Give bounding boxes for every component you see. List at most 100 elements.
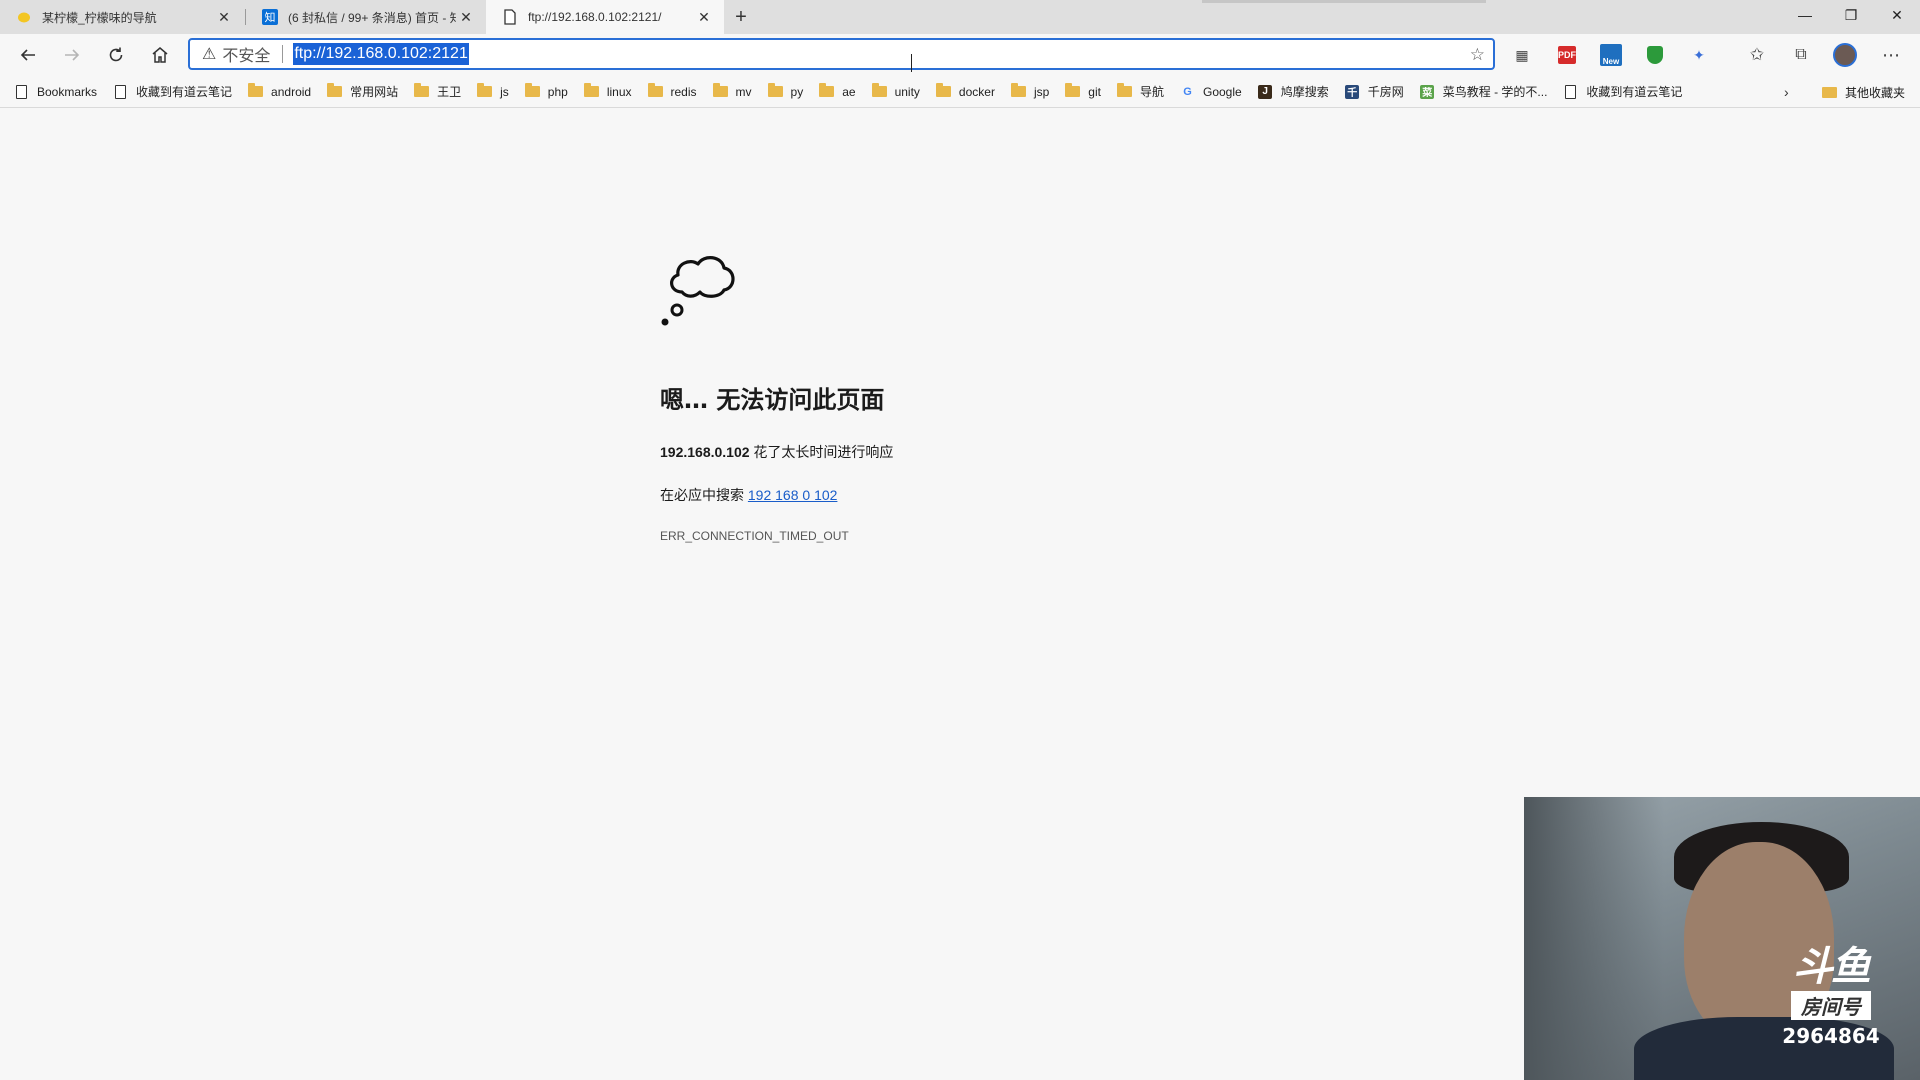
- site-favicon-icon: 千: [1345, 84, 1360, 99]
- more-menu-icon[interactable]: ⋯: [1878, 42, 1904, 68]
- tab-lemon-nav[interactable]: 某柠檬_柠檬味的导航 ✕: [0, 0, 244, 34]
- security-label: 不安全: [222, 48, 271, 65]
- bookmark-item[interactable]: android: [248, 83, 312, 99]
- text-cursor: [911, 54, 912, 72]
- bookmark-item[interactable]: git: [1065, 83, 1101, 99]
- address-divider: [282, 45, 284, 63]
- bookmark-item[interactable]: linux: [583, 83, 632, 99]
- tab-title: (6 封私信 / 99+ 条消息) 首页 - 知: [288, 10, 456, 25]
- bookmark-item[interactable]: 导航: [1116, 83, 1164, 100]
- bookmark-label: Google: [1203, 84, 1242, 99]
- folder-icon: [477, 83, 493, 98]
- bookmark-item[interactable]: redis: [647, 83, 697, 99]
- collections-icon[interactable]: ▦: [1509, 42, 1535, 68]
- bookmark-item[interactable]: unity: [871, 83, 920, 99]
- folder-icon: [767, 83, 783, 98]
- bookmark-item[interactable]: 收藏到有道云笔记: [1563, 83, 1682, 100]
- bookmark-item[interactable]: 常用网站: [327, 83, 398, 100]
- forward-button[interactable]: [56, 39, 88, 71]
- bookmark-item[interactable]: jsp: [1010, 83, 1050, 99]
- bookmark-label: 导航: [1139, 85, 1164, 99]
- forward-arrow-icon: [65, 49, 80, 61]
- folder-icon: [871, 83, 887, 98]
- error-page: 嗯… 无法访问此页面 192.168.0.102 花了太长时间进行响应 在必应中…: [660, 248, 1260, 543]
- bookmark-item[interactable]: 菜菜鸟教程 - 学的不...: [1420, 83, 1548, 100]
- folder-icon: [414, 83, 430, 98]
- bookmark-item[interactable]: ae: [819, 83, 856, 99]
- bookmark-item[interactable]: mv: [712, 83, 752, 99]
- close-icon[interactable]: ✕: [214, 7, 234, 27]
- window-overlay-bar: [1202, 0, 1486, 3]
- search-prefix: 在必应中搜索: [660, 487, 748, 503]
- favorites-icon[interactable]: ✩: [1744, 42, 1770, 68]
- new-extension-icon[interactable]: New: [1598, 42, 1624, 68]
- bookmark-item[interactable]: docker: [935, 83, 995, 99]
- minimize-button[interactable]: —: [1782, 0, 1828, 30]
- profile-avatar[interactable]: [1832, 42, 1858, 68]
- bing-search-link[interactable]: 192 168 0 102: [748, 487, 838, 503]
- bookmark-label: git: [1088, 84, 1101, 99]
- bookmark-item[interactable]: 收藏到有道云笔记: [113, 83, 232, 100]
- close-icon[interactable]: ✕: [694, 7, 714, 27]
- bookmarks-overflow-chevron-icon[interactable]: ›: [1784, 84, 1789, 100]
- page-icon: [14, 84, 29, 99]
- bookmark-label: unity: [894, 84, 920, 99]
- bookmark-label: 收藏到有道云笔记: [136, 85, 233, 99]
- shield-extension-icon[interactable]: [1642, 42, 1668, 68]
- other-bookmarks-folder[interactable]: 其他收藏夹: [1822, 76, 1905, 108]
- folder-icon: [819, 83, 835, 98]
- error-title: 嗯… 无法访问此页面: [660, 386, 885, 414]
- folder-icon: [1822, 86, 1837, 98]
- bookmark-label: 常用网站: [350, 85, 399, 99]
- collections-panel-icon[interactable]: ⧉: [1788, 42, 1814, 68]
- bookmarks-bar: Bookmarks 收藏到有道云笔记 android 常用网站 王卫 js php linux…: [0, 76, 1920, 108]
- douyu-logo: 斗鱼: [1793, 944, 1871, 990]
- toolbar: ⚠ 不安全 ftp://192.168.0.102:2121 ☆ ▦ PDF N…: [0, 34, 1920, 76]
- bird-extension-icon[interactable]: ✦: [1686, 42, 1712, 68]
- bookmark-item[interactable]: 千千房网: [1345, 83, 1404, 100]
- back-arrow-icon: [20, 49, 35, 61]
- folder-icon: [583, 83, 599, 98]
- bookmark-item[interactable]: py: [767, 83, 803, 99]
- bookmark-item[interactable]: J 鸠摩搜索: [1258, 83, 1329, 100]
- site-favicon-icon: 菜: [1420, 84, 1435, 99]
- error-message-text: 花了太长时间进行响应: [749, 444, 894, 460]
- bookmark-label: php: [547, 84, 568, 99]
- pdf-extension-icon[interactable]: PDF: [1554, 42, 1580, 68]
- favorite-star-icon[interactable]: ☆: [1470, 45, 1485, 65]
- url-text[interactable]: ftp://192.168.0.102:2121: [293, 43, 469, 65]
- bookmark-item[interactable]: G Google: [1180, 84, 1242, 99]
- bookmark-item[interactable]: Bookmarks: [14, 84, 98, 99]
- address-bar[interactable]: ⚠ 不安全 ftp://192.168.0.102:2121 ☆: [188, 38, 1495, 70]
- bookmark-item[interactable]: js: [477, 83, 509, 99]
- bookmark-label: android: [271, 84, 312, 99]
- refresh-button[interactable]: [100, 39, 132, 71]
- back-button[interactable]: [12, 39, 44, 71]
- error-message: 192.168.0.102 花了太长时间进行响应: [660, 442, 1260, 462]
- bookmark-item[interactable]: 王卫: [414, 83, 461, 100]
- home-button[interactable]: [144, 39, 176, 71]
- bookmark-label: 千房网: [1367, 85, 1404, 99]
- zhihu-icon: 知: [262, 9, 278, 25]
- room-label: 房间号: [1791, 991, 1871, 1020]
- bookmark-label: 菜鸟教程 - 学的不...: [1442, 85, 1548, 99]
- tab-ftp[interactable]: ftp://192.168.0.102:2121/ ✕: [486, 0, 724, 34]
- bookmark-label: linux: [606, 84, 632, 99]
- tab-title: ftp://192.168.0.102:2121/: [528, 10, 662, 24]
- bookmark-label: jsp: [1033, 84, 1050, 99]
- page-icon: [1563, 84, 1578, 99]
- tab-zhihu[interactable]: 知 (6 封私信 / 99+ 条消息) 首页 - 知 ✕: [246, 0, 486, 34]
- restore-button[interactable]: ❐: [1828, 0, 1874, 30]
- bookmark-item[interactable]: php: [524, 83, 568, 99]
- close-window-button[interactable]: ✕: [1874, 0, 1920, 30]
- error-code: ERR_CONNECTION_TIMED_OUT: [660, 529, 849, 543]
- bookmark-label: Bookmarks: [37, 84, 98, 99]
- folder-icon: [935, 83, 951, 98]
- close-icon[interactable]: ✕: [456, 7, 476, 27]
- bookmark-label: 王卫: [437, 85, 462, 99]
- new-tab-button[interactable]: +: [728, 4, 754, 30]
- security-indicator[interactable]: ⚠ 不安全: [202, 42, 270, 66]
- thought-cloud-icon: [661, 256, 735, 326]
- bookmark-label: mv: [735, 84, 752, 99]
- refresh-icon: [109, 47, 123, 62]
